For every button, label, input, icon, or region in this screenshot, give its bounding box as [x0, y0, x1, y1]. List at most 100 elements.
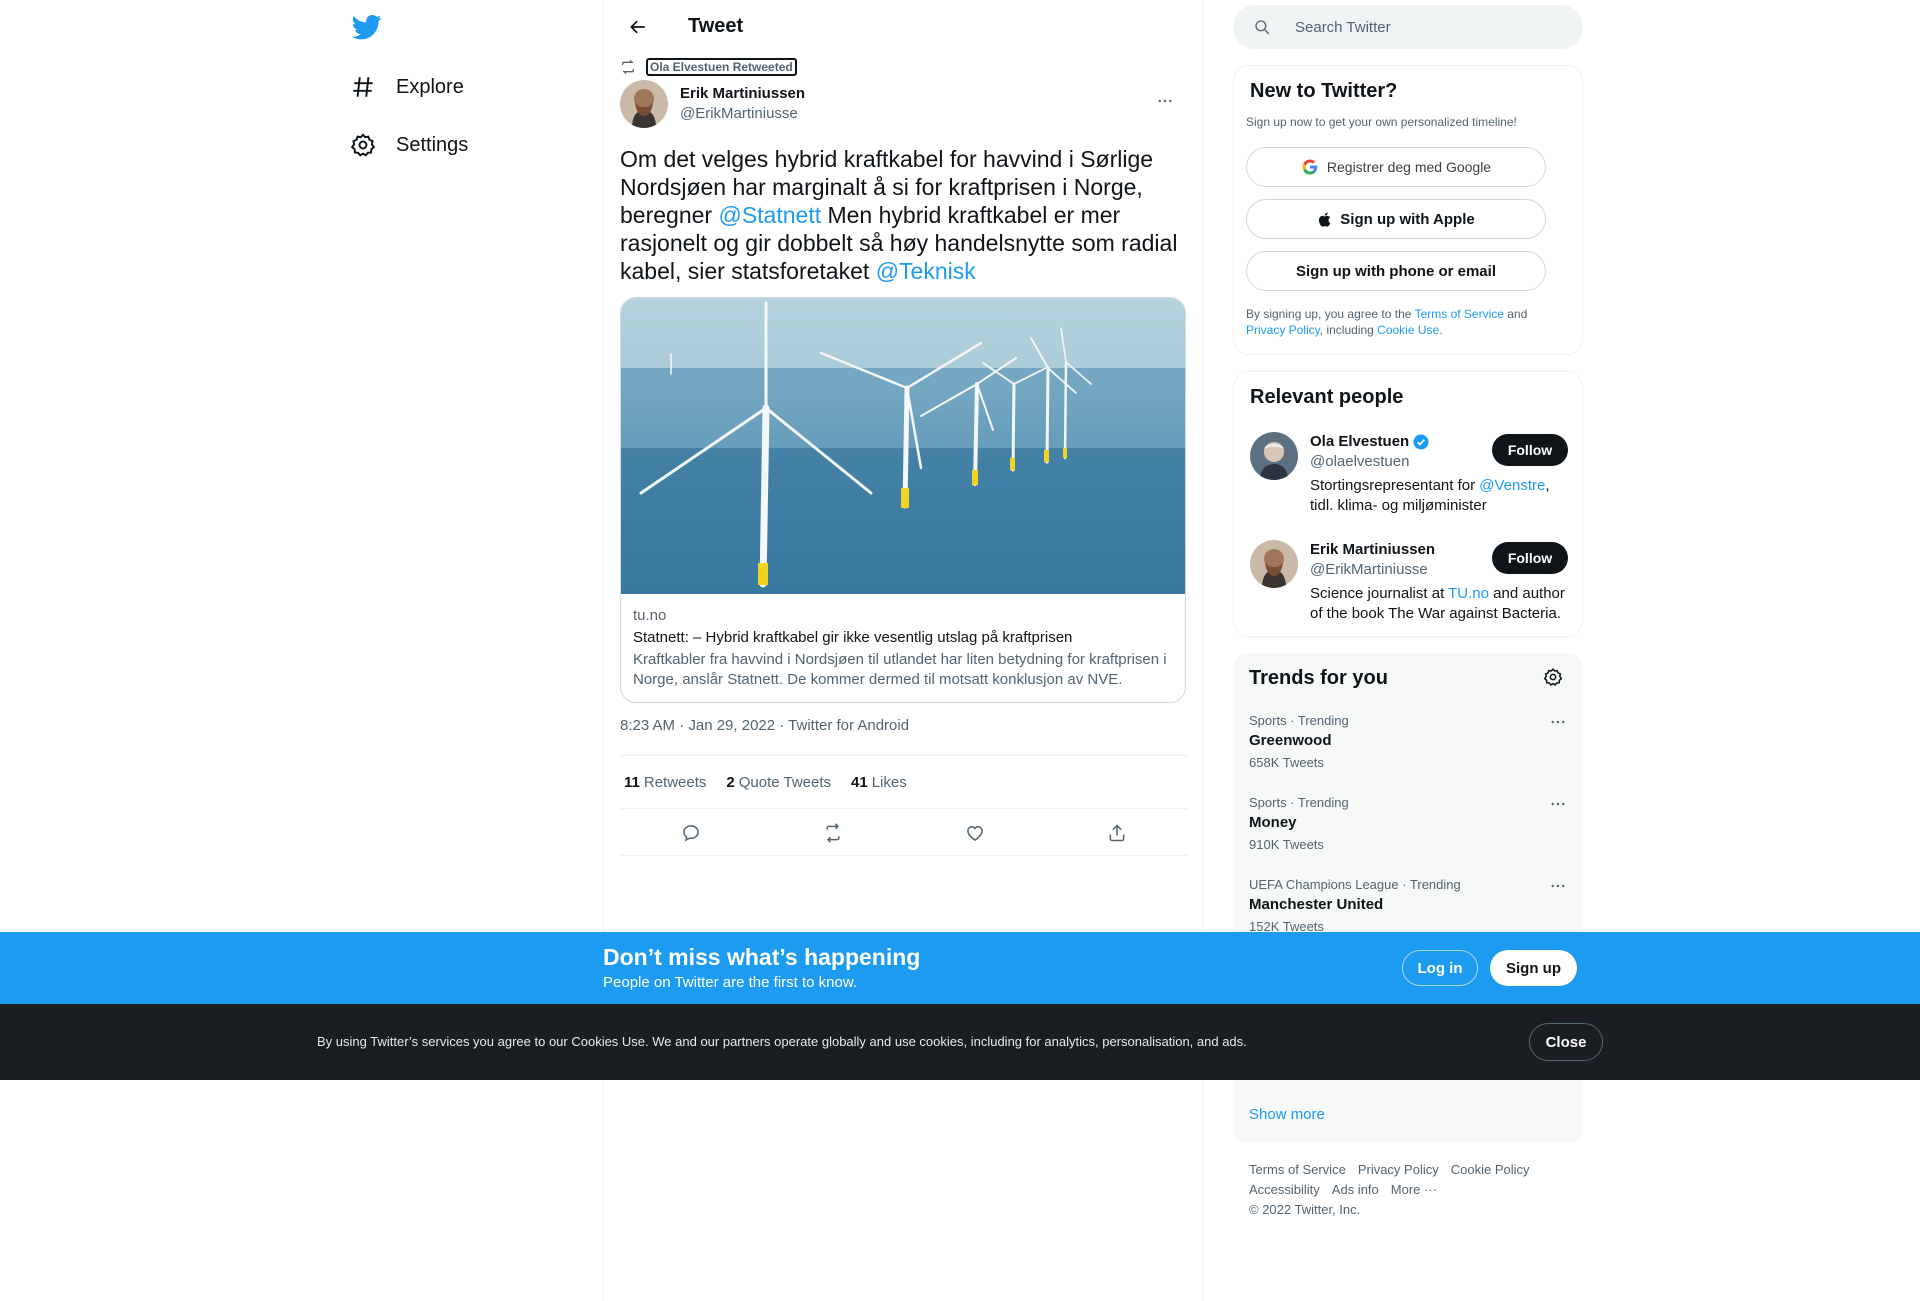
login-banner: Don’t miss what’s happening People on Tw… [0, 932, 1920, 1004]
footer-link[interactable]: Accessibility [1249, 1182, 1320, 1197]
back-arrow-icon[interactable] [620, 9, 656, 45]
retweet-icon[interactable] [816, 816, 850, 850]
footer-link[interactable]: More ··· [1391, 1182, 1437, 1197]
bio-text: Stortingsrepresentant for [1310, 477, 1480, 494]
person-name[interactable]: Ola Elvestuen [1310, 432, 1430, 452]
phone-email-signup-button[interactable]: Sign up with phone or email [1246, 251, 1546, 291]
person-name-text: Erik Martiniussen [1310, 541, 1436, 558]
legal-text: By signing up, you agree to the [1246, 307, 1415, 321]
search-icon [1255, 20, 1270, 35]
quotes-label: Quote Tweets [738, 773, 832, 791]
hashtag-icon [353, 77, 373, 97]
apple-icon [1319, 212, 1331, 227]
trend-name: Greenwood [1249, 732, 1332, 749]
more-options-icon[interactable] [1150, 86, 1180, 116]
person-handle[interactable]: @olaelvestuen [1310, 452, 1409, 472]
signup-box: New to Twitter? Sign up now to get your … [1233, 65, 1583, 355]
nav-item-settings[interactable]: Settings [350, 125, 468, 165]
copyright: © 2022 Twitter, Inc. [1249, 1202, 1361, 1217]
trends-settings-gear-icon[interactable] [1543, 667, 1563, 692]
cookie-text: By using Twitter’s services you agree to… [317, 1034, 1247, 1049]
link-card[interactable]: tu.no Statnett: – Hybrid kraftkabel gir … [620, 297, 1186, 703]
relevant-people-box: Relevant people Ola Elvestuen @olaelvest… [1233, 371, 1583, 637]
apple-signup-button[interactable]: Sign up with Apple [1246, 199, 1546, 239]
person-name[interactable]: Erik Martiniussen [1310, 540, 1435, 560]
trend-count: 658K Tweets [1249, 755, 1324, 770]
retweets-stat[interactable]: 11 Retweets [624, 774, 706, 791]
google-icon [1302, 159, 1318, 175]
more-options-icon[interactable] [1549, 795, 1567, 818]
avatar[interactable] [1250, 540, 1298, 588]
nav-item-explore[interactable]: Explore [350, 67, 464, 107]
search-placeholder: Search Twitter [1295, 18, 1391, 36]
trend-count: 910K Tweets [1249, 837, 1324, 852]
follow-button[interactable]: Follow [1492, 542, 1568, 574]
trend-name: Money [1249, 814, 1297, 831]
cookie-use-link[interactable]: Cookie Use. [1377, 323, 1442, 337]
person-bio: Science journalist at TU.no and author o… [1310, 584, 1572, 624]
more-options-icon[interactable] [1549, 713, 1567, 736]
retweeted-by-link[interactable]: Ola Elvestuen Retweeted [646, 58, 797, 76]
likes-stat[interactable]: 41 Likes [851, 774, 907, 791]
twitter-bird-icon[interactable] [351, 12, 382, 42]
retweeted-indicator: Ola Elvestuen Retweeted [620, 58, 797, 76]
quotes-count: 2 [726, 773, 735, 791]
footer-link[interactable]: Terms of Service [1249, 1162, 1346, 1177]
reply-icon[interactable] [674, 816, 708, 850]
terms-link[interactable]: Terms of Service [1415, 307, 1504, 321]
trend-item[interactable]: Sports · Trending Greenwood 658K Tweets [1249, 713, 1567, 771]
close-button[interactable]: Close [1529, 1023, 1603, 1061]
avatar[interactable] [620, 80, 668, 128]
trend-item[interactable]: UEFA Champions League · Trending Manches… [1249, 877, 1567, 935]
author-meta: Erik Martiniussen @ErikMartiniusse [680, 84, 805, 124]
person-handle[interactable]: @ErikMartiniusse [1310, 560, 1428, 580]
apple-signup-label: Sign up with Apple [1340, 210, 1475, 228]
page-title: Tweet [688, 15, 744, 37]
signup-legal: By signing up, you agree to the Terms of… [1246, 306, 1556, 338]
retweets-count: 11 [624, 773, 640, 791]
footer-link[interactable]: Cookie Policy [1451, 1162, 1530, 1177]
login-button[interactable]: Log in [1402, 950, 1478, 986]
share-icon[interactable] [1100, 816, 1134, 850]
mention-link[interactable]: @Statnett [718, 202, 821, 228]
mention-link[interactable]: @Teknisk [876, 258, 976, 284]
retweets-label: Retweets [643, 773, 707, 791]
bio-link[interactable]: @Venstre [1479, 477, 1545, 494]
footer-link[interactable]: Privacy Policy [1358, 1162, 1439, 1177]
avatar[interactable] [1250, 432, 1298, 480]
tweet-timestamp[interactable]: 8:23 AM · Jan 29, 2022 · Twitter for And… [620, 717, 909, 734]
privacy-link[interactable]: Privacy Policy [1246, 323, 1320, 337]
tweet-stats: 11 Retweets 2 Quote Tweets 41 Likes [620, 755, 1188, 809]
main-column: Tweet Ola Elvestuen Retweeted Erik Marti… [603, 0, 1203, 1301]
person-bio: Stortingsrepresentant for @Venstre, tidl… [1310, 476, 1572, 516]
banner-subtitle: People on Twitter are the first to know. [603, 974, 858, 991]
show-more-link[interactable]: Show more [1249, 1106, 1325, 1123]
quote-tweets-stat[interactable]: 2 Quote Tweets [726, 774, 831, 791]
signup-title: New to Twitter? [1250, 80, 1398, 102]
author-name[interactable]: Erik Martiniussen [680, 84, 805, 104]
relevant-people-title: Relevant people [1250, 386, 1404, 408]
gear-icon [350, 133, 376, 157]
legal-text: and [1503, 307, 1528, 321]
footer-link[interactable]: Ads info [1332, 1182, 1379, 1197]
trend-name: Manchester United [1249, 896, 1384, 913]
tweet-actions [620, 810, 1188, 856]
google-signup-label: Registrer deg med Google [1326, 159, 1492, 175]
google-signup-button[interactable]: Registrer deg med Google [1246, 147, 1546, 187]
nav-item-label: Explore [396, 75, 464, 98]
trend-item[interactable]: Sports · Trending Money 910K Tweets [1249, 795, 1567, 853]
more-options-icon[interactable] [1549, 877, 1567, 900]
bio-link[interactable]: TU.no [1448, 585, 1489, 602]
like-heart-icon[interactable] [958, 816, 992, 850]
tweet-author: Erik Martiniussen @ErikMartiniusse [620, 80, 1188, 128]
cookie-bar: By using Twitter’s services you agree to… [0, 1004, 1920, 1080]
signup-subtitle: Sign up now to get your own personalized… [1246, 115, 1517, 129]
card-domain: tu.no [633, 607, 667, 624]
signup-button[interactable]: Sign up [1490, 950, 1577, 986]
follow-button[interactable]: Follow [1492, 434, 1568, 466]
card-description: Kraftkabler fra havvind i Nordsjøen til … [633, 651, 1167, 688]
trend-meta: Sports · Trending [1249, 795, 1349, 810]
legal-text: , including [1319, 323, 1378, 337]
search-input[interactable]: Search Twitter [1233, 5, 1583, 49]
author-handle[interactable]: @ErikMartiniusse [680, 104, 805, 124]
